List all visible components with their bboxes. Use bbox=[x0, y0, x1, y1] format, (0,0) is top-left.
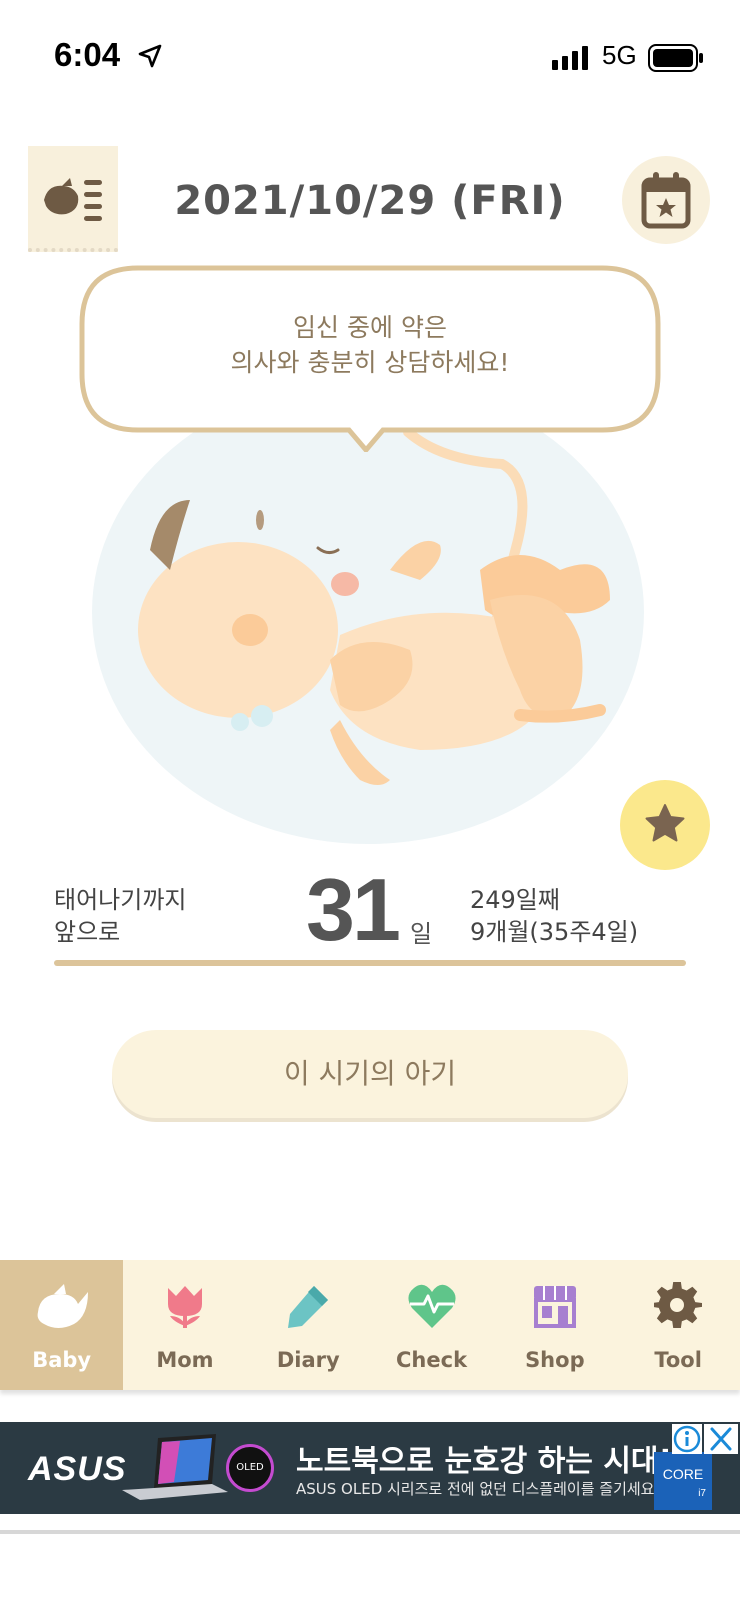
location-arrow-icon bbox=[138, 44, 162, 68]
gear-icon bbox=[654, 1282, 703, 1329]
tab-baby[interactable]: Baby bbox=[0, 1260, 124, 1390]
tab-mom-label: Mom bbox=[156, 1348, 214, 1372]
bird-icon bbox=[37, 1284, 88, 1328]
star-icon bbox=[645, 804, 685, 842]
tab-baby-label: Baby bbox=[32, 1348, 92, 1372]
ad-info-icon[interactable] bbox=[672, 1424, 702, 1454]
pregnancy-period: 9개월(35주4일) bbox=[470, 918, 639, 946]
oled-badge: OLED bbox=[226, 1444, 274, 1492]
tab-tool[interactable]: Tool bbox=[616, 1260, 739, 1390]
intel-core-badge: CORE i7 bbox=[654, 1452, 712, 1510]
tab-shop-label: Shop bbox=[525, 1348, 585, 1372]
bottom-nav: Baby Mom Diary Check Shop Tool bbox=[0, 1260, 740, 1390]
ad-subtext: ASUS OLED 시리즈로 전에 없던 디스플레이를 즐기세요 bbox=[296, 1480, 655, 1498]
ad-headline: 노트북으로 눈호강 하는 시대! bbox=[296, 1444, 673, 1479]
store-icon bbox=[533, 1286, 576, 1328]
intel-core-label: CORE bbox=[662, 1466, 704, 1482]
tip-line-2: 의사와 충분히 상담하세요! bbox=[230, 348, 510, 377]
laptop-image bbox=[122, 1434, 228, 1500]
divider bbox=[54, 960, 686, 966]
tab-tool-label: Tool bbox=[654, 1348, 702, 1372]
ad-close-button[interactable] bbox=[704, 1424, 738, 1454]
ad-banner[interactable]: ASUS OLED 노트북으로 눈호강 하는 시대! ASUS OLED 시리즈… bbox=[0, 1422, 740, 1514]
tab-diary[interactable]: Diary bbox=[247, 1260, 370, 1390]
baby-illustration bbox=[92, 420, 644, 844]
calendar-button[interactable] bbox=[622, 156, 710, 244]
signal-icon bbox=[552, 46, 588, 70]
countdown-label-line1: 태어나기까지 bbox=[54, 886, 187, 914]
tab-diary-label: Diary bbox=[276, 1348, 340, 1372]
status-time: 6:04 bbox=[54, 36, 121, 73]
tulip-icon bbox=[167, 1286, 202, 1328]
tip-message: 임신 중에 약은 의사와 충분히 상담하세요! bbox=[78, 310, 662, 380]
tip-line-1: 임신 중에 약은 bbox=[293, 313, 447, 342]
menu-button[interactable] bbox=[28, 146, 118, 252]
calendar-star-icon bbox=[641, 172, 691, 229]
baby-this-period-button[interactable]: 이 시기의 아기 bbox=[112, 1030, 628, 1118]
pen-icon bbox=[288, 1286, 329, 1328]
intel-core-tier: i7 bbox=[698, 1488, 706, 1499]
pregnancy-progress: 249일째 9개월(35주4일) bbox=[470, 884, 638, 948]
days-unit: 일 bbox=[410, 920, 433, 948]
tab-check[interactable]: Check bbox=[370, 1260, 493, 1390]
battery-icon bbox=[648, 44, 703, 72]
tab-check-label: Check bbox=[396, 1348, 468, 1372]
elapsed-days: 249일째 bbox=[470, 886, 560, 914]
bottom-divider bbox=[0, 1530, 740, 1534]
days-remaining: 31 bbox=[306, 860, 401, 959]
countdown-label: 태어나기까지 앞으로 bbox=[54, 884, 186, 948]
info-icon bbox=[673, 1425, 701, 1453]
bird-menu-icon bbox=[44, 178, 102, 221]
network-type: 5G bbox=[602, 40, 637, 70]
current-date: 2021/10/29 (FRI) bbox=[174, 178, 566, 224]
heartbeat-icon bbox=[407, 1284, 456, 1328]
tab-mom[interactable]: Mom bbox=[123, 1260, 246, 1390]
countdown-label-line2: 앞으로 bbox=[54, 918, 121, 946]
tab-shop[interactable]: Shop bbox=[493, 1260, 616, 1390]
favorite-button[interactable] bbox=[620, 780, 710, 870]
ad-brand: ASUS bbox=[28, 1450, 127, 1488]
close-icon bbox=[710, 1427, 732, 1451]
